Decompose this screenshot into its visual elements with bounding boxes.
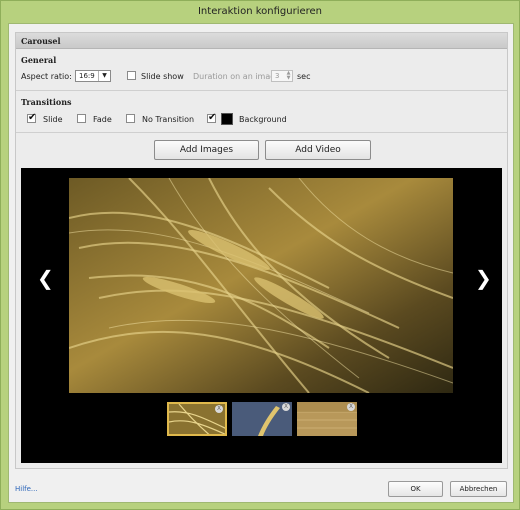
- thumbnail-1[interactable]: X: [167, 402, 227, 436]
- cancel-button[interactable]: Abbrechen: [450, 481, 507, 497]
- section-divider: [16, 132, 507, 133]
- remove-thumbnail-icon[interactable]: X: [215, 405, 223, 413]
- slide-checkbox[interactable]: [27, 112, 36, 123]
- main-image-wheat: [69, 178, 453, 393]
- background-label: Background: [239, 115, 287, 124]
- no-transition-label: No Transition: [142, 115, 195, 124]
- duration-stepper[interactable]: 3 ▲ ▼: [271, 70, 293, 82]
- remove-thumbnail-icon[interactable]: X: [282, 403, 290, 411]
- slide-label: Slide: [43, 115, 63, 124]
- background-color-swatch[interactable]: [221, 113, 233, 125]
- background-checkbox[interactable]: [207, 112, 216, 123]
- section-divider: [16, 90, 507, 91]
- dropdown-arrow-icon[interactable]: ▼: [98, 71, 110, 81]
- general-section-title: General: [21, 55, 57, 65]
- ok-button[interactable]: OK: [388, 481, 443, 497]
- stepper-arrows-icon[interactable]: ▲ ▼: [285, 71, 292, 81]
- slide-show-checkbox[interactable]: [127, 71, 136, 80]
- duration-label: Duration on an image: [193, 72, 281, 81]
- no-transition-checkbox[interactable]: [126, 114, 135, 123]
- window-title: Interaktion konfigurieren: [197, 6, 323, 17]
- fade-checkbox[interactable]: [77, 114, 86, 123]
- aspect-ratio-label: Aspect ratio:: [21, 72, 72, 81]
- dialog-client-area: Carousel General Aspect ratio: 16:9 ▼ Sl…: [8, 23, 514, 503]
- duration-unit: sec: [297, 72, 311, 81]
- add-images-button[interactable]: Add Images: [154, 140, 259, 160]
- chevron-left-icon[interactable]: ❮: [37, 268, 54, 288]
- help-link[interactable]: Hilfe...: [15, 485, 38, 493]
- thumbnail-2[interactable]: X: [232, 402, 292, 436]
- carousel-panel: Carousel General Aspect ratio: 16:9 ▼ Sl…: [15, 32, 508, 469]
- aspect-ratio-value: 16:9: [79, 72, 95, 80]
- carousel-stage: ❮ ❯ X X X: [21, 168, 502, 463]
- remove-thumbnail-icon[interactable]: X: [347, 403, 355, 411]
- panel-header: Carousel: [16, 33, 507, 49]
- slide-show-label: Slide show: [141, 72, 184, 81]
- chevron-right-icon[interactable]: ❯: [475, 268, 492, 288]
- fade-label: Fade: [93, 115, 112, 124]
- dialog-window: Interaktion konfigurieren Carousel Gener…: [0, 0, 520, 510]
- duration-value: 3: [275, 72, 280, 80]
- add-video-button[interactable]: Add Video: [265, 140, 371, 160]
- aspect-ratio-select[interactable]: 16:9 ▼: [75, 70, 111, 82]
- transitions-section-title: Transitions: [21, 97, 72, 107]
- thumbnail-3[interactable]: X: [297, 402, 357, 436]
